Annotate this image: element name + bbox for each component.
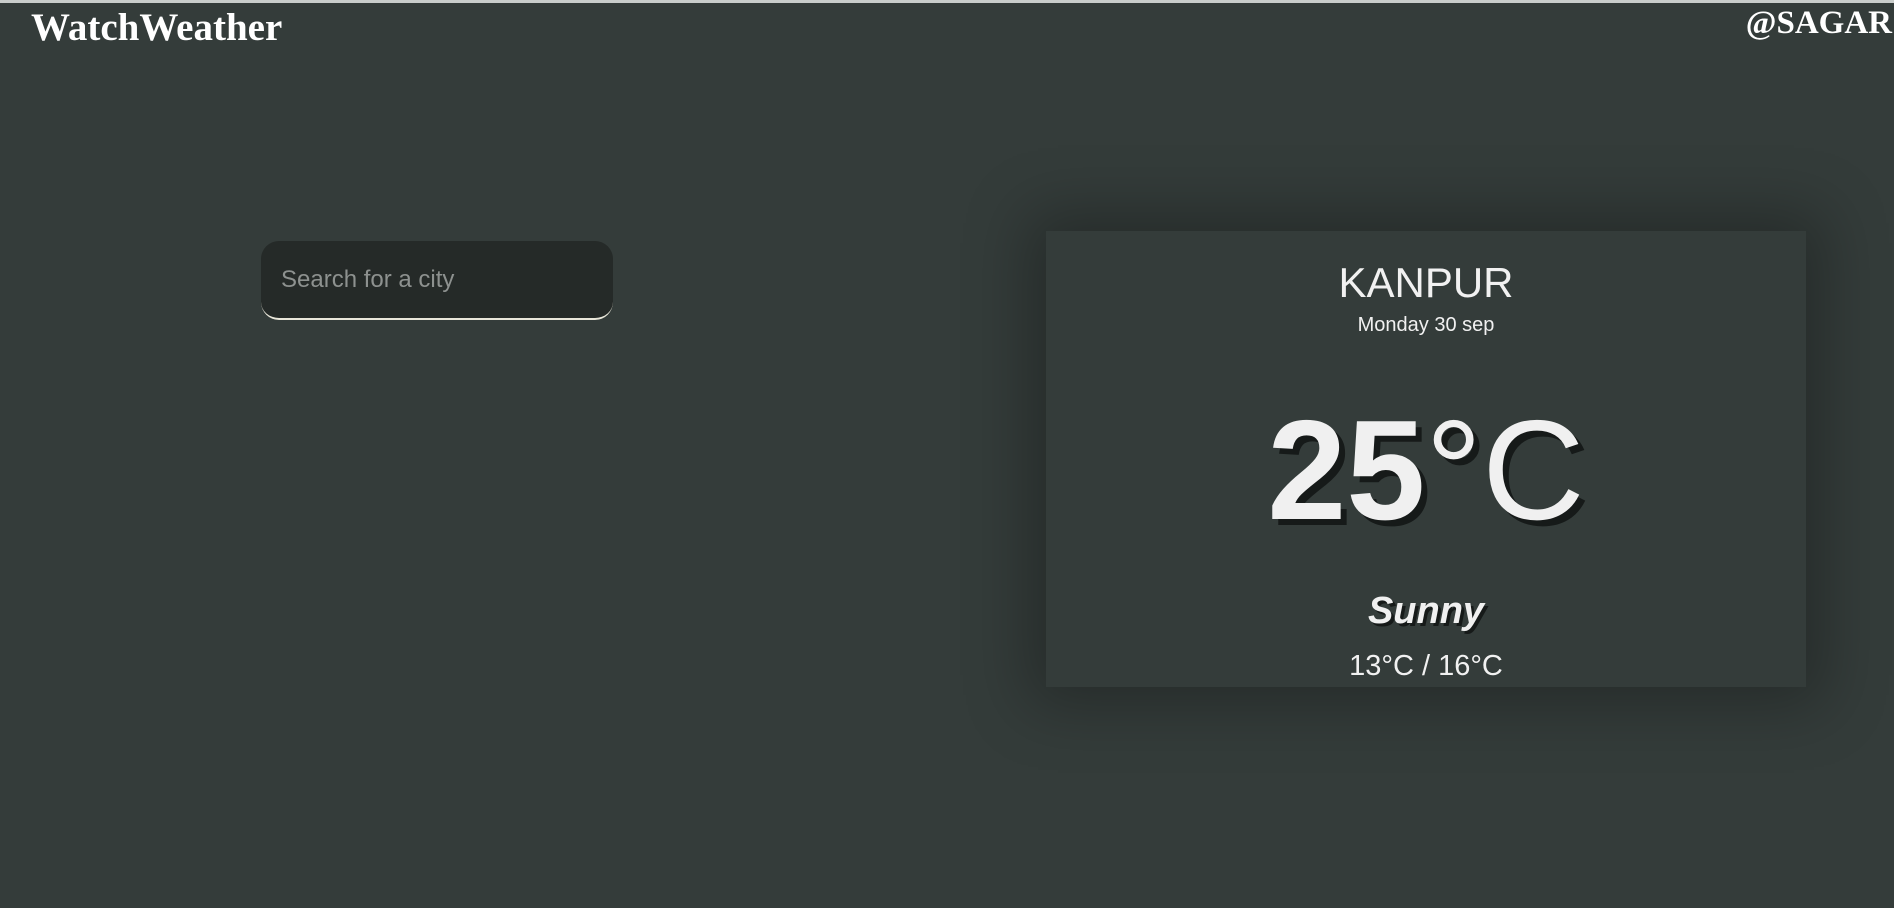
temperature-value: 25 — [1267, 391, 1426, 550]
top-border — [0, 0, 1894, 3]
app-title: WatchWeather — [31, 6, 283, 49]
weather-date: Monday 30 sep — [1357, 314, 1495, 336]
search-input[interactable] — [261, 241, 613, 318]
temperature-unit: °C — [1425, 391, 1585, 550]
weather-card: KANPUR Monday 30 sep 25°C Sunny 13°C / 1… — [1046, 231, 1806, 687]
weather-condition: Sunny — [1367, 590, 1485, 632]
current-temperature: 25°C — [1046, 396, 1806, 546]
search-box — [261, 241, 613, 320]
city-name: KANPUR — [1338, 259, 1514, 306]
temperature-range: 13°C / 16°C — [1349, 650, 1503, 682]
author-handle: @SAGAR — [1745, 5, 1892, 41]
